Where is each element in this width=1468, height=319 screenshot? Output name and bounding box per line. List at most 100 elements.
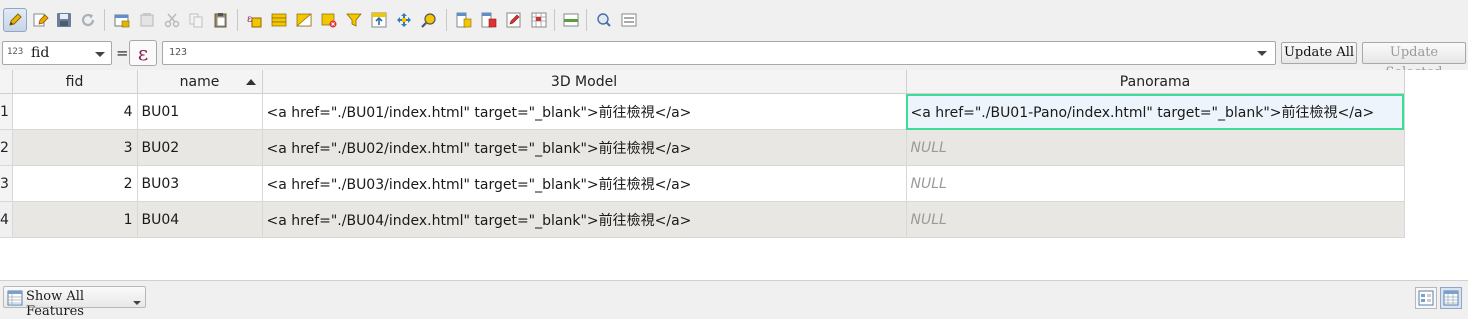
reload-table-button[interactable] [78, 10, 98, 30]
invert-selection-button[interactable] [294, 10, 314, 30]
field-calculator-icon [506, 12, 521, 28]
select-all-button[interactable] [269, 10, 289, 30]
table-row[interactable]: 4 1 BU04 <a href="./BU04/index.html" tar… [0, 201, 1405, 238]
pan-icon [397, 13, 411, 27]
cut-button[interactable] [162, 10, 182, 30]
dock-table-button[interactable] [561, 10, 581, 30]
expression-input[interactable]: 123 [162, 41, 1276, 65]
move-selection-to-top-button[interactable] [369, 10, 389, 30]
new-field-button[interactable] [454, 10, 474, 30]
cell-name[interactable]: BU01 [137, 93, 263, 130]
field-calculator-button[interactable] [504, 10, 524, 30]
toolbar-separator [554, 9, 555, 31]
toggle-editing-button[interactable] [3, 8, 27, 32]
pencil-icon [9, 13, 22, 26]
delete-selected-icon [140, 13, 154, 27]
cell-panorama[interactable]: <a href="./BU01-Pano/index.html" target=… [906, 93, 1405, 130]
table-row[interactable]: 3 2 BU03 <a href="./BU03/index.html" tar… [0, 165, 1405, 202]
cell-name[interactable]: BU02 [137, 129, 263, 166]
epsilon-icon: ε [137, 41, 149, 65]
row-header[interactable]: 1 [0, 93, 13, 130]
deselect-all-button[interactable] [319, 10, 339, 30]
show-features-filter-button[interactable]: Show All Features [3, 286, 146, 319]
attribute-table: fid name 3D Model Panorama 1 4 BU01 <a h… [0, 70, 1468, 280]
deselect-all-icon [321, 13, 337, 28]
actions-button[interactable] [594, 10, 614, 30]
table-view-icon [1443, 290, 1459, 306]
conditional-formatting-button[interactable] [529, 10, 549, 30]
cell-fid[interactable]: 1 [12, 201, 138, 238]
invert-selection-icon [296, 13, 312, 27]
paste-button[interactable] [211, 10, 231, 30]
cell-3d-model[interactable]: <a href="./BU01/index.html" target="_bla… [262, 93, 907, 130]
update-all-button[interactable]: Update All [1281, 42, 1357, 64]
expression-builder-button[interactable]: ε [129, 40, 157, 66]
svg-text:ε: ε [247, 14, 252, 25]
zoom-to-selected-button[interactable] [419, 10, 439, 30]
conditional-formatting-icon [531, 12, 547, 28]
save-icon [57, 13, 71, 27]
chevron-down-icon [95, 52, 105, 57]
row-header[interactable]: 4 [0, 201, 13, 238]
status-bar: Show All Features [0, 280, 1468, 319]
cell-3d-model[interactable]: <a href="./BU03/index.html" target="_bla… [262, 165, 907, 202]
table-icon [7, 290, 23, 306]
cell-panorama[interactable]: NULL [906, 165, 1405, 202]
filter-button[interactable] [344, 10, 364, 30]
form-view-icon [621, 13, 637, 27]
field-select-combobox[interactable]: 123 fid [2, 41, 112, 65]
cell-3d-model[interactable]: <a href="./BU02/index.html" target="_bla… [262, 129, 907, 166]
zoom-icon [421, 13, 436, 28]
form-view-icon [1418, 290, 1434, 306]
dock-icon [563, 13, 579, 27]
cell-panorama[interactable]: NULL [906, 201, 1405, 238]
delete-selected-button[interactable] [137, 10, 157, 30]
add-feature-icon [114, 14, 130, 28]
switch-to-table-view-button[interactable] [1440, 287, 1462, 309]
cell-fid[interactable]: 3 [12, 129, 138, 166]
form-view-toolbar-button[interactable] [619, 10, 639, 30]
new-field-icon [456, 12, 472, 28]
copy-icon [189, 13, 203, 28]
column-header-name[interactable]: name [137, 70, 263, 94]
copy-button[interactable] [186, 10, 206, 30]
toolbar-separator [104, 9, 105, 31]
delete-field-button[interactable] [479, 10, 499, 30]
field-type-badge: 123 [7, 47, 24, 57]
filter-icon [346, 13, 362, 27]
column-header-fid[interactable]: fid [12, 70, 138, 94]
cell-name[interactable]: BU04 [137, 201, 263, 238]
switch-to-form-view-button[interactable] [1415, 287, 1437, 309]
row-header[interactable]: 3 [0, 165, 13, 202]
chevron-down-icon [133, 301, 141, 305]
pan-to-selected-button[interactable] [394, 10, 414, 30]
cell-3d-model[interactable]: <a href="./BU04/index.html" target="_bla… [262, 201, 907, 238]
add-feature-button[interactable] [112, 10, 132, 30]
save-edits-button[interactable] [54, 10, 74, 30]
move-to-top-icon [371, 12, 387, 28]
toolbar-separator [446, 9, 447, 31]
sort-ascending-icon [245, 79, 256, 85]
column-header-3d-model[interactable]: 3D Model [262, 70, 907, 94]
toggle-multi-edit-button[interactable] [31, 10, 51, 30]
update-selected-button[interactable]: Update Selected [1362, 42, 1466, 80]
column-header-panorama[interactable]: Panorama [906, 70, 1405, 94]
cell-fid[interactable]: 4 [12, 93, 138, 130]
cut-icon [164, 13, 180, 28]
table-corner[interactable] [0, 70, 13, 94]
reload-icon [81, 13, 95, 27]
cell-name[interactable]: BU03 [137, 165, 263, 202]
table-row[interactable]: 2 3 BU02 <a href="./BU02/index.html" tar… [0, 129, 1405, 166]
toolbar-separator [586, 9, 587, 31]
show-features-label: Show All Features [26, 289, 85, 319]
paste-icon [214, 13, 227, 28]
select-by-expression-button[interactable]: ε [244, 10, 264, 30]
cell-panorama[interactable]: NULL [906, 129, 1405, 166]
expression-value: 123 [169, 47, 188, 58]
row-header[interactable]: 2 [0, 129, 13, 166]
table-row[interactable]: 1 4 BU01 <a href="./BU01/index.html" tar… [0, 93, 1405, 130]
chevron-down-icon[interactable] [1257, 51, 1267, 56]
delete-field-icon [481, 12, 497, 28]
toolbar-separator [237, 9, 238, 31]
cell-fid[interactable]: 2 [12, 165, 138, 202]
